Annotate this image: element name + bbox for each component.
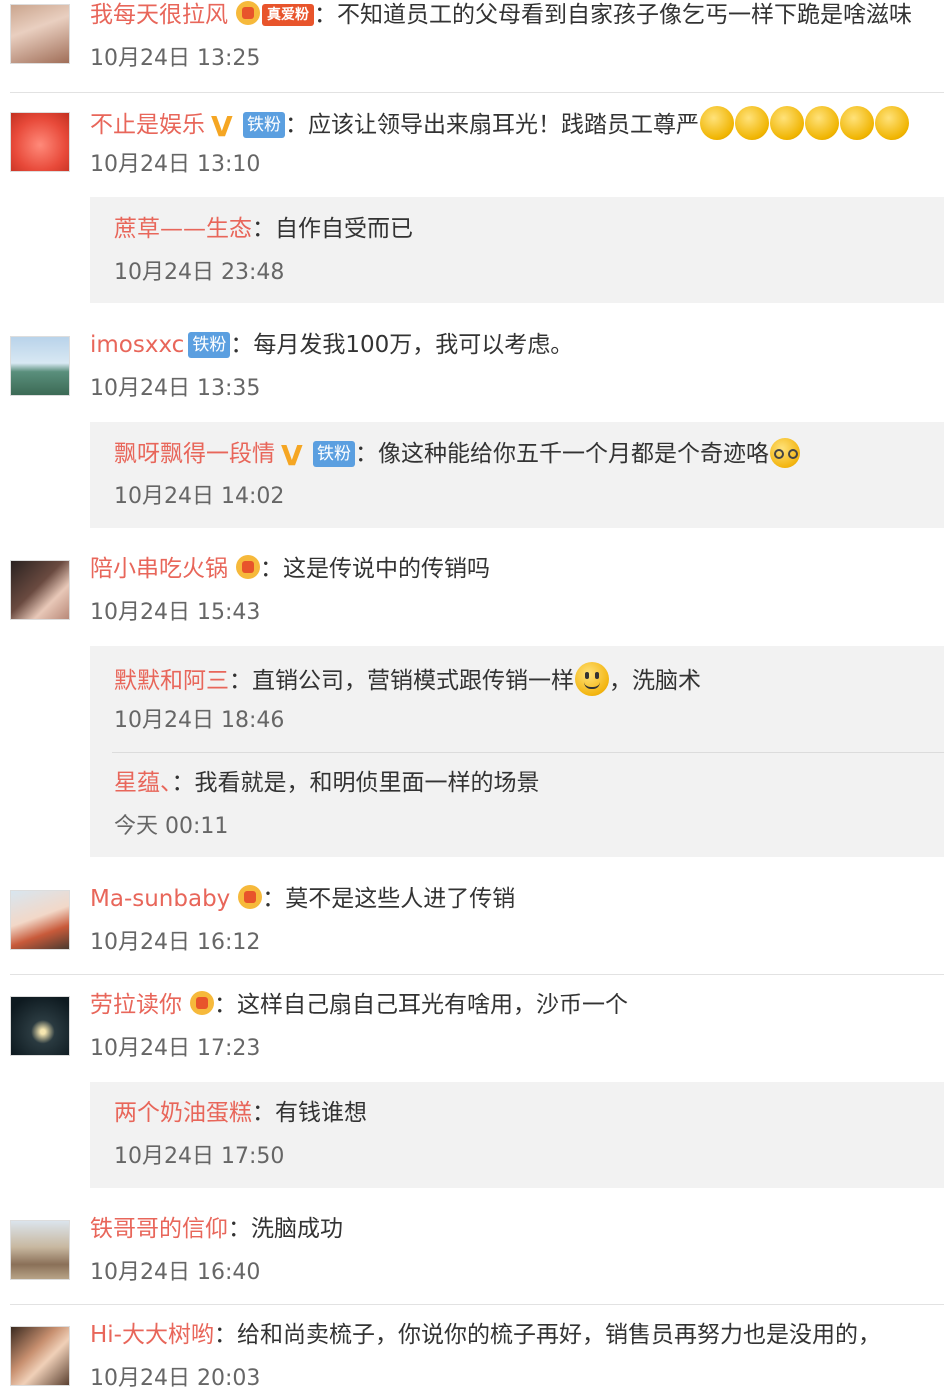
timestamp: 10月24日 23:48 [114, 260, 285, 285]
kneel-emoji-icon [700, 106, 734, 140]
avatar[interactable] [10, 996, 70, 1056]
reply-text: 有钱谁想 [275, 1100, 367, 1126]
verified-v-icon: V [281, 439, 303, 472]
avatar[interactable] [10, 1326, 70, 1386]
timestamp: 10月24日 20:03 [90, 1366, 261, 1391]
member-badge-icon [238, 885, 263, 909]
crown-badge-icon [236, 1, 260, 25]
timestamp: 10月24日 17:23 [90, 1036, 261, 1061]
timestamp: 10月24日 15:43 [90, 600, 261, 625]
timestamp: 10月24日 13:10 [90, 152, 261, 177]
timestamp: 10月24日 17:50 [114, 1144, 285, 1169]
colon: ： [260, 556, 283, 582]
colon: ： [285, 112, 308, 138]
member-badge-icon [190, 991, 214, 1015]
glasses-emoji-icon [770, 438, 800, 468]
avatar[interactable] [10, 890, 70, 950]
timestamp: 10月24日 13:25 [90, 46, 261, 71]
iron-fan-badge: 铁粉 [243, 112, 285, 138]
comment-text: 每月发我100万，我可以考虑。 [253, 332, 574, 358]
comment-text: 应该让领导出来扇耳光！践踏员工尊严 [308, 112, 699, 138]
divider [10, 974, 944, 975]
colon: ： [229, 668, 252, 694]
username[interactable]: 两个奶油蛋糕 [114, 1100, 252, 1126]
colon: ： [314, 2, 337, 28]
timestamp: 10月24日 16:12 [90, 930, 261, 955]
timestamp: 10月24日 13:35 [90, 376, 261, 401]
colon: ： [230, 332, 254, 358]
username[interactable]: 铁哥哥的信仰 [90, 1216, 228, 1242]
username[interactable]: Hi-大大树哟 [90, 1322, 214, 1348]
comment-text: 给和尚卖梳子，你说你的梳子再好，销售员再努力也是没用的， [236, 1322, 881, 1348]
divider [10, 1304, 944, 1305]
kneel-emoji-icon [770, 106, 804, 140]
timestamp: 10月24日 18:46 [114, 708, 285, 733]
avatar[interactable] [10, 112, 70, 172]
avatar[interactable] [10, 1220, 70, 1280]
comment-text: 这样自己扇自己耳光有啥用，沙币一个 [237, 992, 628, 1018]
reply-text: 直销公司，营销模式跟传销一样 [252, 668, 574, 694]
member-badge-icon [236, 555, 260, 579]
true-fan-badge: 真爱粉 [262, 4, 314, 26]
colon: ： [213, 1322, 237, 1348]
username[interactable]: 陪小串吃火锅 [90, 556, 228, 582]
reply-text: 我看就是，和明侦里面一样的场景 [194, 770, 540, 796]
iron-fan-badge: 铁粉 [313, 441, 355, 467]
divider [10, 92, 944, 93]
iron-fan-badge: 铁粉 [188, 332, 231, 358]
username[interactable]: 星蕴、 [114, 770, 172, 796]
comment-text: 这是传说中的传销吗 [283, 556, 490, 582]
username[interactable]: 我每天很拉风 [90, 2, 228, 28]
username[interactable]: Ma-sunbaby [90, 886, 230, 912]
timestamp: 10月24日 16:40 [90, 1260, 261, 1285]
reply-text: 自作自受而已 [275, 216, 413, 242]
kneel-emoji-icon [875, 106, 909, 140]
username[interactable]: 不止是娱乐 [90, 112, 205, 138]
reply-text-after: ，洗脑术 [609, 668, 701, 694]
kneel-emoji-icon [735, 106, 769, 140]
colon: ： [228, 1216, 251, 1242]
divider [112, 752, 944, 753]
kneel-emoji-icon [805, 106, 839, 140]
colon: ： [355, 441, 378, 467]
username[interactable]: 蔗草——生态 [114, 216, 252, 242]
comment-text: 洗脑成功 [251, 1216, 343, 1242]
timestamp: 今天 00:11 [114, 814, 229, 839]
colon: ： [252, 216, 275, 242]
verified-v-icon: V [211, 110, 233, 143]
colon: ： [252, 1100, 275, 1126]
comment-text: 不知道员工的父母看到自家孩子像乞丐一样下跪是啥滋味 [337, 2, 912, 28]
username[interactable]: 默默和阿三 [114, 668, 229, 694]
reply-text: 像这种能给你五千一个月都是个奇迹咯 [378, 441, 769, 467]
avatar[interactable] [10, 336, 70, 396]
divider [10, 318, 944, 319]
smile-emoji-icon [575, 662, 609, 696]
avatar[interactable] [10, 4, 70, 64]
avatar[interactable] [10, 560, 70, 620]
username[interactable]: 劳拉读你 [90, 992, 182, 1018]
colon: ： [214, 992, 237, 1018]
timestamp: 10月24日 14:02 [114, 484, 285, 509]
username[interactable]: imosxxc [90, 332, 184, 358]
comment-text: 莫不是这些人进了传销 [285, 886, 516, 912]
colon: ： [262, 886, 286, 912]
kneel-emoji-icon [840, 106, 874, 140]
username[interactable]: 飘呀飘得一段情 [114, 441, 275, 467]
colon: ： [171, 770, 195, 796]
